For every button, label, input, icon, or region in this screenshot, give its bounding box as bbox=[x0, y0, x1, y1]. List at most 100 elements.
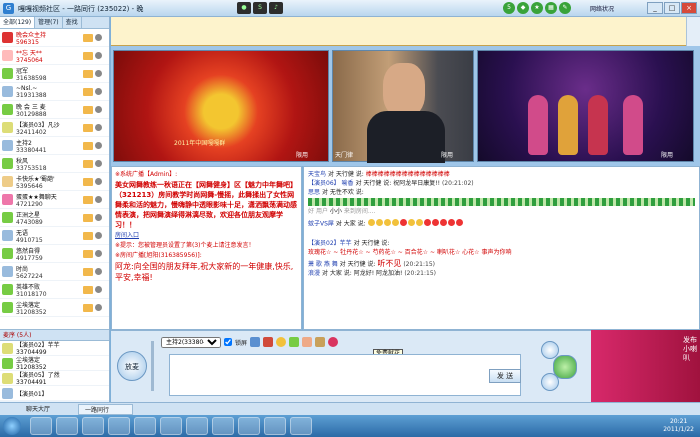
user-name: 冠军 31638598 bbox=[16, 67, 47, 82]
chat-sender[interactable]: 【演员06】 喻香 bbox=[308, 180, 354, 187]
chat-sender[interactable]: 浪漫 bbox=[308, 270, 320, 277]
user-list-item[interactable]: 正洲之星 4743089 bbox=[0, 209, 109, 227]
avatar bbox=[2, 372, 13, 384]
room-entry-link[interactable]: 房间入口 bbox=[115, 232, 139, 239]
chat-sender[interactable]: 蚊子VS犀 bbox=[308, 221, 334, 228]
gift-icon[interactable]: ◆ bbox=[517, 2, 529, 14]
queue-item[interactable]: 【演员02】芊芊 33704499 bbox=[0, 341, 109, 356]
ad-banner[interactable]: 发布小喇叭 bbox=[591, 330, 700, 402]
video-panel-3[interactable]: 限用 bbox=[477, 50, 694, 162]
taskbar-app-icon[interactable] bbox=[264, 417, 286, 435]
action-icon[interactable] bbox=[302, 337, 313, 347]
taskbar-app-icon[interactable] bbox=[238, 417, 260, 435]
user-name: 晚会众主持 596315 bbox=[16, 31, 47, 46]
user-name: 【演员05】了然 33704491 bbox=[16, 372, 60, 386]
taskbar-app-icon[interactable] bbox=[186, 417, 208, 435]
taskbar-app-icon[interactable] bbox=[212, 417, 234, 435]
taskbar-app-icon[interactable] bbox=[30, 417, 52, 435]
vip-badge-icon bbox=[83, 69, 93, 78]
status-room-tab[interactable]: 聊天大厅 bbox=[20, 404, 56, 415]
maximize-button[interactable]: □ bbox=[664, 2, 680, 14]
minimize-button[interactable]: _ bbox=[647, 2, 663, 14]
pen-icon[interactable]: ✎ bbox=[559, 2, 571, 14]
tab-search[interactable]: 查找 bbox=[63, 17, 82, 28]
taskbar-app-icon[interactable] bbox=[134, 417, 156, 435]
chat-sender[interactable]: 【演员02】芊芊 bbox=[308, 240, 352, 247]
status-room-name[interactable]: 一路同行 bbox=[78, 404, 133, 415]
star-icon[interactable]: ★ bbox=[531, 2, 543, 14]
user-list-item[interactable]: 无语 4910715 bbox=[0, 227, 109, 245]
user-list-item[interactable]: 秋风 33753518 bbox=[0, 155, 109, 173]
taskbar-app-icon[interactable] bbox=[56, 417, 78, 435]
send-button[interactable]: 发 送 bbox=[489, 369, 521, 383]
user-list-item[interactable]: 【演员03】凡沙 32411402 bbox=[0, 119, 109, 137]
release-mic-button[interactable]: 放麦 bbox=[117, 351, 147, 381]
volume-slider[interactable] bbox=[151, 341, 154, 391]
emoji-icon[interactable] bbox=[276, 337, 287, 347]
user-list[interactable]: 晚会众主持 596315 **忘 天** 3745064 冠军 31638598 ~Nsl.… bbox=[0, 29, 109, 329]
mic-queue-list[interactable]: 【演员02】芊芊 33704499 尘埃落定 31208352 【演员05】了然 3370… bbox=[0, 341, 109, 401]
user-list-item[interactable]: 英雄不败 31018170 bbox=[0, 281, 109, 299]
user-list-item[interactable]: 蛋蛋★★舞聊天 4721290 bbox=[0, 191, 109, 209]
center-tools: ● S ♪ bbox=[237, 2, 283, 14]
dancer-4 bbox=[623, 95, 643, 155]
video-label-2: 限用 bbox=[440, 152, 453, 159]
user-list-item[interactable]: 卡快乐★'蜀葩' 5395646 bbox=[0, 173, 109, 191]
chat-extra: 来到房间.... bbox=[343, 208, 376, 215]
chat-time: (20:21:15) bbox=[403, 261, 435, 268]
chat-target-select[interactable]: 主持2(33380441) bbox=[161, 336, 221, 348]
chat-sender[interactable]: 天宝鸟 bbox=[308, 171, 326, 178]
tab-all[interactable]: 全部(129) bbox=[0, 17, 36, 28]
user-list-item[interactable]: 悠然自得 4917759 bbox=[0, 245, 109, 263]
ad-text: 发布小喇叭 bbox=[683, 336, 697, 362]
mic-icon bbox=[95, 196, 102, 203]
color-icon[interactable] bbox=[263, 337, 274, 347]
vip-badge-icon bbox=[83, 105, 93, 114]
user-list-item[interactable]: 尘埃落定 31208352 bbox=[0, 299, 109, 317]
music-icon[interactable]: ♪ bbox=[269, 2, 283, 14]
video-panel-2[interactable]: 天门律 限用 bbox=[332, 50, 474, 163]
banner-scroll[interactable] bbox=[686, 17, 700, 46]
mic-icon bbox=[95, 160, 102, 167]
queue-item[interactable]: 【演员01】 bbox=[0, 386, 109, 401]
user-list-item[interactable]: **忘 天** 3745064 bbox=[0, 47, 109, 65]
user-list-item[interactable]: 晚会众主持 596315 bbox=[0, 29, 109, 47]
camera-icon[interactable]: ● bbox=[237, 2, 251, 14]
message-input[interactable] bbox=[169, 354, 521, 396]
flower-icon[interactable] bbox=[328, 337, 339, 347]
taskbar-app-icon[interactable] bbox=[160, 417, 182, 435]
user-list-item[interactable]: 冠军 31638598 bbox=[0, 65, 109, 83]
mic-icon bbox=[95, 70, 102, 77]
taskbar-app-icon[interactable] bbox=[290, 417, 312, 435]
right-tools: 5 ◆ ★ ▦ ✎ bbox=[503, 2, 571, 14]
lock-screen-checkbox[interactable] bbox=[224, 338, 232, 346]
network-status[interactable]: 网络状况 bbox=[590, 4, 614, 13]
close-button[interactable]: × bbox=[681, 2, 697, 14]
image-icon[interactable] bbox=[289, 337, 300, 347]
tab-admin[interactable]: 管理(7) bbox=[35, 17, 63, 28]
mic-settings-icon[interactable] bbox=[541, 373, 559, 391]
vip-badge-icon bbox=[83, 195, 93, 204]
stamp-icon[interactable] bbox=[315, 337, 326, 347]
avatar bbox=[2, 50, 13, 61]
five-icon[interactable]: 5 bbox=[503, 2, 515, 14]
queue-item[interactable]: 尘埃落定 31208352 bbox=[0, 356, 109, 371]
start-button-icon[interactable] bbox=[3, 417, 21, 435]
chat-sender[interactable]: 萧 歌 燕 舞 bbox=[308, 261, 338, 268]
user-tabs: 全部(129) 管理(7) 查找 bbox=[0, 17, 109, 29]
queue-item[interactable]: 【演员05】了然 33704491 bbox=[0, 371, 109, 386]
font-icon[interactable] bbox=[250, 337, 261, 347]
chat-pane: 天宝鸟 对 天行健 说: 棒棒棒棒棒棒棒棒棒棒棒棒棒棒 【演员06】 喻香 对 … bbox=[303, 166, 700, 330]
video-panel-1[interactable]: 限用 2011年中国嘎嘎群 bbox=[113, 50, 329, 162]
grid-icon[interactable]: ▦ bbox=[545, 2, 557, 14]
user-list-item[interactable]: 晚 会 三 麦 30129888 bbox=[0, 101, 109, 119]
lock-screen-label: 锁屏 bbox=[235, 339, 248, 347]
taskbar-clock[interactable]: 20:21 2011/1/22 bbox=[663, 418, 694, 434]
s-icon[interactable]: S bbox=[253, 2, 267, 14]
chat-sender[interactable]: 思思 bbox=[308, 189, 320, 196]
user-list-item[interactable]: 时尚 5627224 bbox=[0, 263, 109, 281]
user-list-item[interactable]: ~Nsl.~ 31931388 bbox=[0, 83, 109, 101]
taskbar-app-icon[interactable] bbox=[82, 417, 104, 435]
taskbar-app-icon[interactable] bbox=[108, 417, 130, 435]
user-list-item[interactable]: 主持2 33380441 bbox=[0, 137, 109, 155]
